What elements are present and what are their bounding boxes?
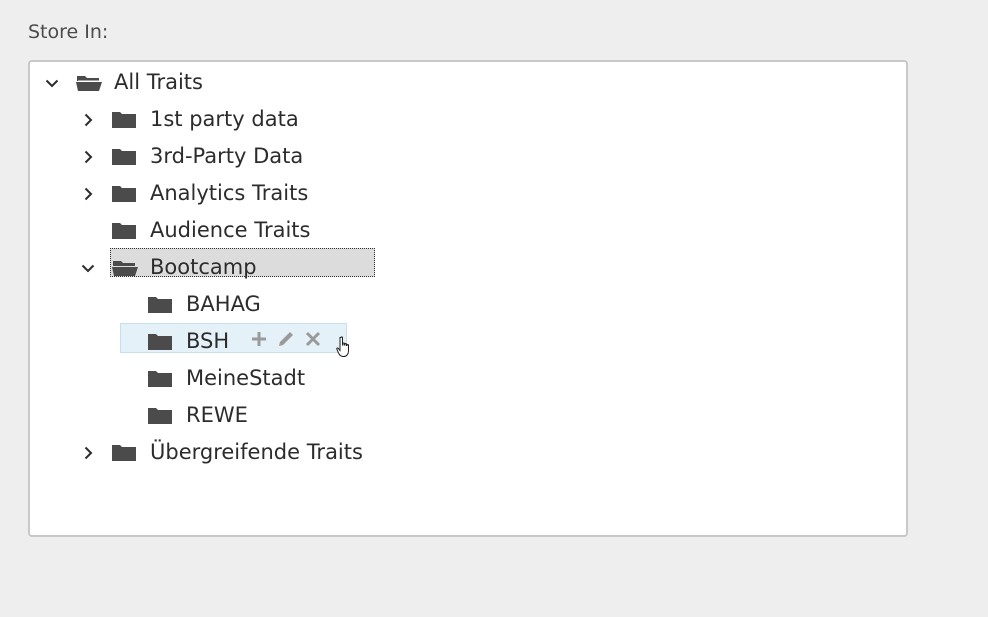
folder-icon <box>112 147 136 171</box>
tree-node-label: Bootcamp <box>150 255 257 279</box>
chevron-right-icon[interactable] <box>80 186 96 202</box>
folder-icon <box>148 295 172 319</box>
folder-icon <box>148 332 172 356</box>
folder-open-icon <box>76 73 102 97</box>
chevron-down-icon[interactable] <box>44 75 60 91</box>
folder-open-icon <box>112 258 138 282</box>
tree-node-all-traits[interactable]: All Traits <box>30 64 906 101</box>
delete-x-icon[interactable] <box>304 330 322 352</box>
tree-node-label: Übergreifende Traits <box>150 440 363 464</box>
hand-pointer-cursor-icon <box>336 336 352 362</box>
tree-node-bootcamp[interactable]: Bootcamp <box>30 249 906 286</box>
tree-node-analytics-traits[interactable]: Analytics Traits <box>30 175 906 212</box>
tree-node-label: Analytics Traits <box>150 181 309 205</box>
chevron-down-icon[interactable] <box>80 260 96 276</box>
tree-node-3rd-party-data[interactable]: 3rd-Party Data <box>30 138 906 175</box>
tree-node-audience-traits[interactable]: Audience Traits <box>30 212 906 249</box>
tree-node-label: 3rd-Party Data <box>150 144 304 168</box>
tree-node-bsh[interactable]: BSH <box>30 323 906 360</box>
add-icon[interactable] <box>250 330 268 352</box>
tree-node-bahag[interactable]: BAHAG <box>30 286 906 323</box>
folder-icon <box>112 110 136 134</box>
tree-node-label: Audience Traits <box>150 218 311 242</box>
bsh-actions <box>250 329 322 353</box>
tree-node-1st-party-data[interactable]: 1st party data <box>30 101 906 138</box>
tree-node-label: MeineStadt <box>186 366 306 390</box>
tree-node-meinestadt[interactable]: MeineStadt <box>30 360 906 397</box>
folder-tree[interactable]: All Traits 1st party data 3rd-Party Data… <box>28 60 908 537</box>
tree-node-label: 1st party data <box>150 107 299 131</box>
folder-icon <box>112 184 136 208</box>
folder-icon <box>112 443 136 467</box>
tree-node-label: All Traits <box>114 70 203 94</box>
tree-node-label: BSH <box>186 329 230 353</box>
chevron-right-icon[interactable] <box>80 445 96 461</box>
folder-icon <box>112 221 136 245</box>
folder-icon <box>148 406 172 430</box>
tree-node-label: BAHAG <box>186 292 261 316</box>
tree-node-uebergreifende-traits[interactable]: Übergreifende Traits <box>30 434 906 471</box>
tree-node-rewe[interactable]: REWE <box>30 397 906 434</box>
store-in-label: Store In: <box>28 21 109 43</box>
tree-node-label: REWE <box>186 403 248 427</box>
folder-icon <box>148 369 172 393</box>
chevron-right-icon[interactable] <box>80 112 96 128</box>
chevron-right-icon[interactable] <box>80 149 96 165</box>
edit-pencil-icon[interactable] <box>276 329 296 353</box>
